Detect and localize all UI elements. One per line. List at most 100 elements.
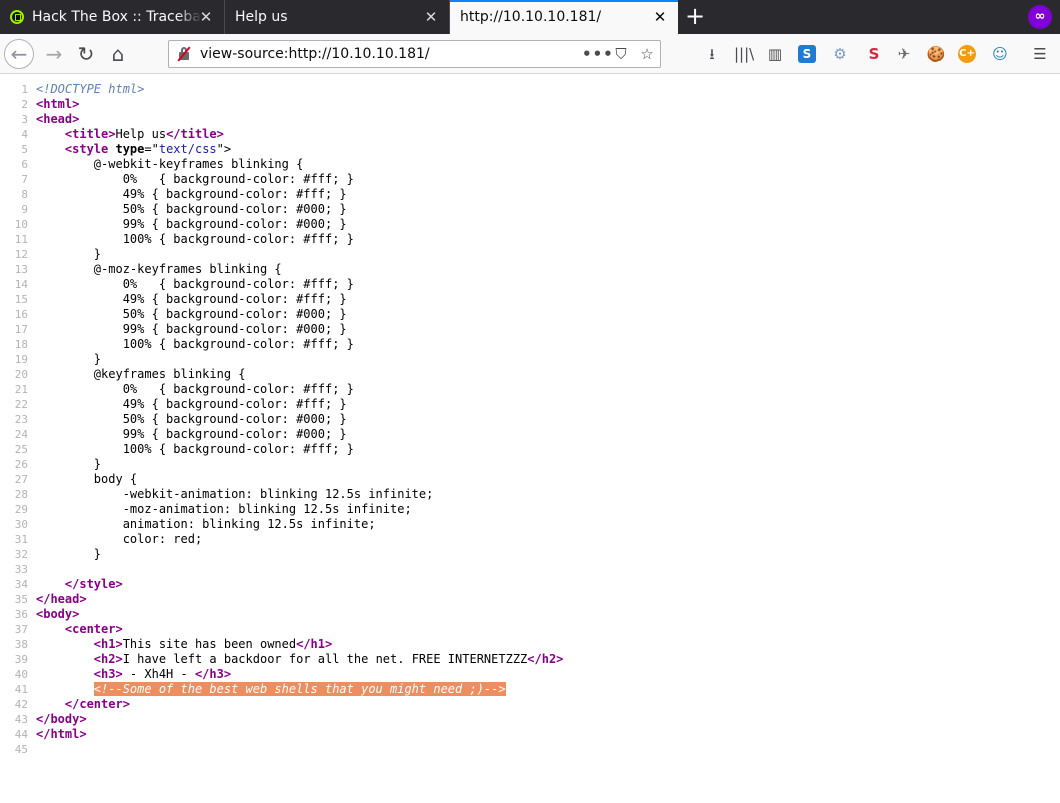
source-line: 34 </style> bbox=[0, 577, 1060, 592]
url-input[interactable]: view-source:http://10.10.10.181/ bbox=[200, 46, 582, 62]
plain-text: } bbox=[36, 547, 102, 561]
line-number: 9 bbox=[21, 203, 28, 216]
line-number: 23 bbox=[14, 413, 28, 426]
source-code: </style> bbox=[36, 577, 123, 592]
plain-text: 49% { background-color: #fff; } bbox=[36, 187, 347, 201]
hamburger-menu-icon[interactable]: ☰ bbox=[1030, 44, 1050, 64]
close-tab-icon[interactable]: ✕ bbox=[423, 9, 439, 25]
plain-text: 49% { background-color: #fff; } bbox=[36, 292, 347, 306]
private-browsing-icon: ∞ bbox=[1028, 5, 1052, 29]
pocket-icon[interactable]: ⛉ bbox=[608, 45, 634, 63]
plain-text: 0% { background-color: #fff; } bbox=[36, 172, 354, 186]
source-line: 27 body { bbox=[0, 472, 1060, 487]
html-tag: </head> bbox=[36, 592, 87, 606]
line-number: 1 bbox=[21, 83, 28, 96]
extension-s-icon[interactable]: S bbox=[798, 45, 816, 63]
extension-plane-icon[interactable]: ✈ bbox=[894, 44, 914, 64]
source-code: <!DOCTYPE html> bbox=[36, 82, 144, 97]
html-comment: <!--Some of the best web shells that you… bbox=[93, 682, 506, 696]
source-line: 15 49% { background-color: #fff; } bbox=[0, 292, 1060, 307]
plain-text: @keyframes blinking { bbox=[36, 367, 246, 381]
tab-title: Hack The Box :: Traceback bbox=[32, 9, 202, 25]
line-number: 13 bbox=[14, 263, 28, 276]
plain-text: 50% { background-color: #000; } bbox=[36, 307, 347, 321]
source-code: @-webkit-keyframes blinking { bbox=[36, 157, 304, 172]
line-number: 38 bbox=[14, 638, 28, 651]
plain-text bbox=[36, 622, 65, 636]
url-bar[interactable]: view-source:http://10.10.10.181/ ••• ⛉ ☆ bbox=[168, 40, 661, 68]
line-number: 43 bbox=[14, 713, 28, 726]
line-number: 11 bbox=[14, 233, 28, 246]
extension-red-s-icon[interactable]: S bbox=[864, 44, 884, 64]
new-tab-button[interactable]: + bbox=[678, 0, 712, 34]
line-number: 6 bbox=[21, 158, 28, 171]
reload-button[interactable]: ↻ bbox=[70, 38, 102, 70]
doctype: <!DOCTYPE html> bbox=[36, 82, 145, 96]
html-tag: <h3> bbox=[93, 667, 123, 681]
source-line: 10 99% { background-color: #000; } bbox=[0, 217, 1060, 232]
insecure-connection-icon[interactable] bbox=[176, 46, 192, 62]
source-code: 100% { background-color: #fff; } bbox=[36, 442, 354, 457]
downloads-icon[interactable]: ⭳ bbox=[702, 44, 722, 64]
plain-text bbox=[36, 682, 94, 696]
sidebar-icon[interactable]: ▥ bbox=[765, 44, 785, 64]
html-tag: <head> bbox=[36, 112, 80, 126]
close-tab-icon[interactable]: ✕ bbox=[652, 9, 668, 25]
source-line: 22 49% { background-color: #fff; } bbox=[0, 397, 1060, 412]
plain-text: 99% { background-color: #000; } bbox=[36, 217, 347, 231]
source-line: 24 99% { background-color: #000; } bbox=[0, 427, 1060, 442]
html-tag: <style bbox=[64, 142, 116, 156]
tab-title: http://10.10.10.181/ bbox=[460, 9, 602, 25]
line-number: 42 bbox=[14, 698, 28, 711]
source-code: 0% { background-color: #fff; } bbox=[36, 382, 354, 397]
source-code: @-moz-keyframes blinking { bbox=[36, 262, 282, 277]
back-button[interactable]: ← bbox=[4, 39, 34, 69]
plain-text: 100% { background-color: #fff; } bbox=[36, 442, 354, 456]
line-number: 32 bbox=[14, 548, 28, 561]
tab-title: Help us bbox=[235, 9, 288, 25]
bookmark-star-icon[interactable]: ☆ bbox=[634, 45, 660, 63]
plain-text: 99% { background-color: #000; } bbox=[36, 322, 347, 336]
source-code: animation: blinking 12.5s infinite; bbox=[36, 517, 376, 532]
source-line: 38 <h1>This site has been owned</h1> bbox=[0, 637, 1060, 652]
line-number: 27 bbox=[14, 473, 28, 486]
source-line: 25 100% { background-color: #fff; } bbox=[0, 442, 1060, 457]
source-line: 19 } bbox=[0, 352, 1060, 367]
source-line: 40 <h3> - Xh4H - </h3> bbox=[0, 667, 1060, 682]
plain-text bbox=[36, 667, 94, 681]
source-line: 7 0% { background-color: #fff; } bbox=[0, 172, 1060, 187]
line-number: 20 bbox=[14, 368, 28, 381]
extension-c-plus-icon[interactable]: C+ bbox=[958, 45, 976, 63]
home-button[interactable]: ⌂ bbox=[102, 38, 134, 70]
page-actions-icon[interactable]: ••• bbox=[582, 45, 613, 63]
plain-text: } bbox=[36, 457, 102, 471]
library-icon[interactable]: |||\ bbox=[734, 44, 754, 64]
line-number: 44 bbox=[14, 728, 28, 741]
extension-face-icon[interactable]: ☺ bbox=[990, 44, 1010, 64]
plain-text bbox=[36, 697, 65, 711]
line-number: 15 bbox=[14, 293, 28, 306]
source-line: 35 </head> bbox=[0, 592, 1060, 607]
tab-hackthebox[interactable]: Hack The Box :: Traceback ✕ bbox=[0, 0, 225, 34]
html-tag: </html> bbox=[36, 727, 87, 741]
tab-view-source-active[interactable]: http://10.10.10.181/ ✕ bbox=[450, 0, 678, 34]
line-number: 35 bbox=[14, 593, 28, 606]
forward-button[interactable]: → bbox=[38, 38, 70, 70]
source-line: 28 -webkit-animation: blinking 12.5s inf… bbox=[0, 487, 1060, 502]
source-code: 99% { background-color: #000; } bbox=[36, 217, 347, 232]
source-code: -webkit-animation: blinking 12.5s infini… bbox=[36, 487, 434, 502]
extension-gear-icon[interactable]: ⚙ bbox=[830, 44, 850, 64]
source-code: <h2>I have left a backdoor for all the n… bbox=[36, 652, 564, 667]
cookie-icon[interactable]: 🍪 bbox=[926, 44, 946, 64]
line-number: 19 bbox=[14, 353, 28, 366]
source-view: 1 <!DOCTYPE html> 2 <html> 3 <head> 4 <title>H… bbox=[0, 75, 1060, 803]
line-number: 4 bbox=[21, 128, 28, 141]
hackthebox-favicon-icon bbox=[10, 10, 24, 24]
line-number: 41 bbox=[14, 683, 28, 696]
line-number: 10 bbox=[14, 218, 28, 231]
source-line: 41 <!--Some of the best web shells that … bbox=[0, 682, 1060, 697]
tab-help-us[interactable]: Help us ✕ bbox=[225, 0, 450, 34]
source-line: 45 bbox=[0, 742, 1060, 757]
html-tag: </h2> bbox=[527, 652, 564, 666]
close-tab-icon[interactable]: ✕ bbox=[198, 9, 214, 25]
